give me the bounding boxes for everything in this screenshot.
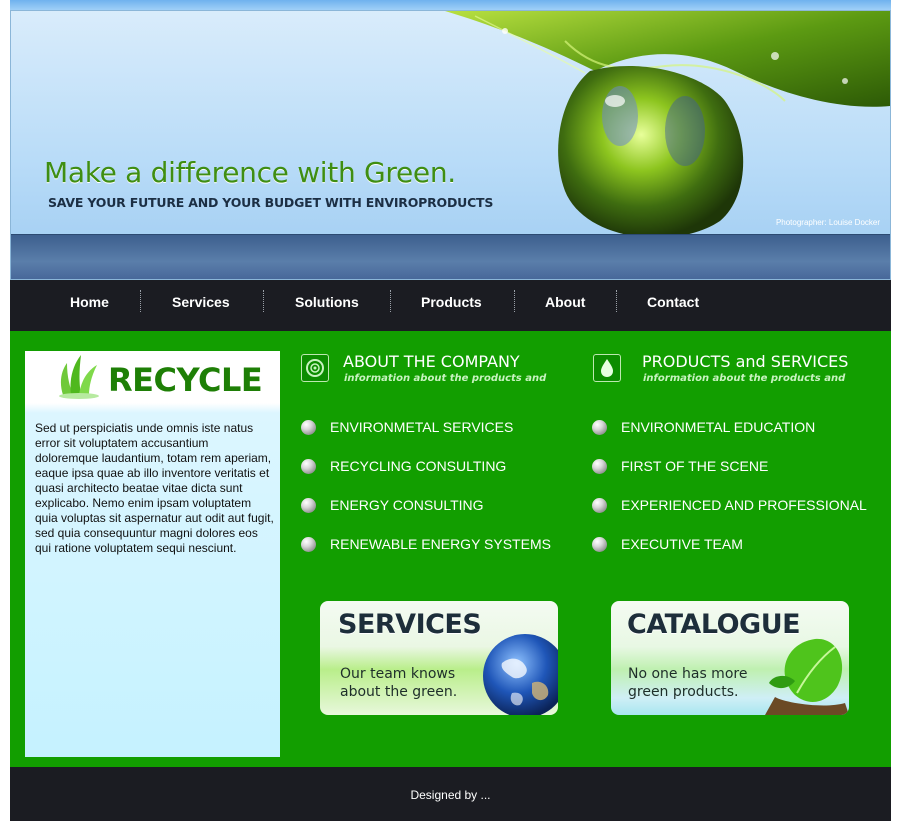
- services-promo-text: Our team knows about the green.: [340, 665, 480, 701]
- list-item[interactable]: RECYCLING CONSULTING: [330, 458, 506, 474]
- bullet-icon: [592, 420, 607, 435]
- nav-services[interactable]: Services: [172, 280, 230, 331]
- nav-contact[interactable]: Contact: [647, 280, 699, 331]
- list-item[interactable]: EXECUTIVE TEAM: [621, 536, 743, 552]
- list-item[interactable]: FIRST OF THE SCENE: [621, 458, 768, 474]
- photo-credit: Photographer: Louise Docker: [775, 218, 880, 227]
- services-promo-banner[interactable]: SERVICES Our team knows about the green.: [320, 601, 558, 715]
- list-item[interactable]: EXPERIENCED AND PROFESSIONAL: [621, 497, 867, 513]
- catalogue-promo-title: CATALOGUE: [627, 609, 801, 640]
- sidebar-paragraph: Sed ut perspiciatis unde omnis iste natu…: [35, 421, 274, 555]
- about-title: ABOUT THE COMPANY: [343, 352, 520, 371]
- bullet-icon: [592, 459, 607, 474]
- main-navigation: Home Services Solutions Products About C…: [10, 280, 891, 331]
- nav-about[interactable]: About: [545, 280, 585, 331]
- list-item[interactable]: ENVIRONMETAL SERVICES: [330, 419, 513, 435]
- nav-solutions[interactable]: Solutions: [295, 280, 359, 331]
- bullet-icon: [592, 498, 607, 513]
- headline: Make a difference with Green.: [44, 156, 456, 189]
- footer: Designed by ...: [10, 767, 891, 821]
- bullet-icon: [301, 537, 316, 552]
- catalogue-promo-banner[interactable]: CATALOGUE No one has more green products…: [611, 601, 849, 715]
- nav-separator: [140, 290, 141, 312]
- list-item[interactable]: ENVIRONMETAL EDUCATION: [621, 419, 815, 435]
- services-promo-line1: Our team knows: [340, 666, 456, 682]
- nav-separator: [616, 290, 617, 312]
- services-promo-line2: about the green.: [340, 684, 458, 700]
- water-drop-leaf-image: [445, 11, 890, 238]
- nav-products[interactable]: Products: [421, 280, 482, 331]
- bullet-icon: [592, 537, 607, 552]
- bullet-icon: [301, 498, 316, 513]
- sidebar-title: RECYCLE: [108, 361, 263, 399]
- nav-separator: [263, 290, 264, 312]
- footer-credit: Designed by ...: [410, 788, 491, 802]
- recycle-sidebar: RECYCLE Sed ut perspiciatis unde omnis i…: [25, 351, 280, 757]
- products-subtitle: information about the products and: [643, 373, 846, 384]
- subheadline: SAVE YOUR FUTURE AND YOUR BUDGET WITH EN…: [48, 195, 494, 210]
- top-accent-bar: [10, 0, 891, 10]
- nav-home[interactable]: Home: [70, 280, 109, 331]
- services-promo-title: SERVICES: [338, 609, 482, 640]
- bullet-icon: [301, 420, 316, 435]
- bullet-icon: [301, 459, 316, 474]
- about-subtitle: information about the products and: [344, 373, 547, 384]
- catalogue-promo-text: No one has more green products.: [628, 665, 768, 701]
- earth-globe-icon: [483, 634, 558, 715]
- catalogue-promo-line2: green products.: [628, 684, 739, 700]
- header-band: [11, 234, 890, 279]
- spiral-icon: [301, 354, 329, 382]
- list-item[interactable]: ENERGY CONSULTING: [330, 497, 484, 513]
- green-leaf-icon: [765, 638, 849, 715]
- nav-separator: [390, 290, 391, 312]
- catalogue-promo-line1: No one has more: [628, 666, 748, 682]
- water-drop-icon: [593, 354, 621, 382]
- list-item[interactable]: RENEWABLE ENERGY SYSTEMS: [330, 536, 551, 552]
- recycle-leaves-icon: [59, 355, 99, 399]
- nav-separator: [514, 290, 515, 312]
- products-title: PRODUCTS and SERVICES: [642, 352, 849, 371]
- main-content: RECYCLE Sed ut perspiciatis unde omnis i…: [10, 331, 891, 767]
- header-banner: Make a difference with Green. SAVE YOUR …: [10, 10, 891, 280]
